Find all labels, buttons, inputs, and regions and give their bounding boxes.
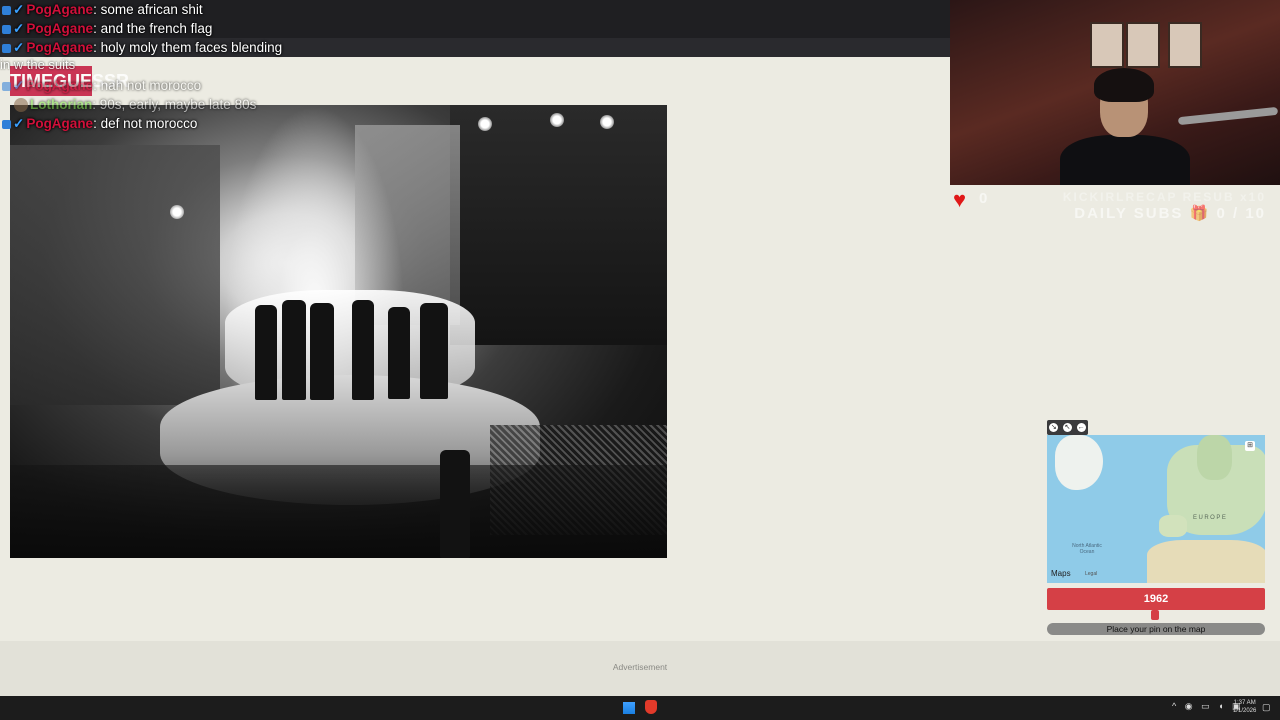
- chat-message: ✓ PogAgane: nah not morocco: [0, 76, 201, 95]
- map-shrink-icon[interactable]: ↘: [1049, 423, 1059, 432]
- windows-start-icon[interactable]: [623, 702, 635, 714]
- guess-map[interactable]: EUROPE North Atlantic Ocean ⊞ Maps Legal: [1047, 435, 1265, 583]
- chat-message: Lothorian: 90s, early, maybe late 80s: [0, 95, 256, 114]
- user-avatar: [14, 98, 28, 113]
- chat-message: ✓ PogAgane: holy moly them faces blending: [0, 38, 282, 57]
- verified-check-icon: ✓: [13, 2, 25, 17]
- webcam-feed: [950, 0, 1280, 185]
- advertisement-label: Advertisement: [612, 662, 668, 672]
- year-slider-handle[interactable]: [1151, 610, 1159, 620]
- ad-strip: Advertisement: [0, 641, 1280, 696]
- subscriber-badge-icon: [2, 81, 11, 91]
- maps-brand: Maps: [1051, 569, 1071, 578]
- photo-person: [388, 307, 410, 399]
- chat-username[interactable]: PogAgane: [26, 78, 93, 93]
- chat-text: : holy moly them faces blending: [93, 40, 283, 55]
- wall-frame: [1126, 22, 1160, 68]
- map-back-icon[interactable]: ←: [1076, 423, 1086, 432]
- chat-message: ✓ PogAgane: and the french flag: [0, 19, 212, 38]
- map-greenland: [1055, 435, 1103, 490]
- map-expand-icon[interactable]: ↖: [1062, 423, 1072, 432]
- map-scandinavia: [1197, 435, 1232, 480]
- game-photo: [10, 105, 667, 558]
- daily-subs: DAILY SUBS 🎁 0 / 10: [1074, 204, 1266, 222]
- photo-person: [440, 450, 470, 558]
- heart-icon: ♥: [953, 187, 967, 212]
- taskbar-clock[interactable]: 1:37 AM 1/1/2026: [1233, 699, 1256, 715]
- streamer-body: [1060, 135, 1190, 185]
- verified-check-icon: ✓: [13, 116, 25, 131]
- map-africa: [1147, 540, 1265, 583]
- taskbar-date: 1/1/2026: [1233, 708, 1257, 714]
- verified-check-icon: ✓: [13, 21, 25, 36]
- chat-username[interactable]: PogAgane: [26, 40, 93, 55]
- chat-text: : and the french flag: [93, 21, 213, 36]
- taskbar-time: 1:37 AM: [1233, 700, 1256, 706]
- photo-column: [450, 105, 667, 345]
- subscriber-badge-icon: [2, 43, 11, 53]
- chat-message: ✓ PogAgane: def not morocco: [0, 114, 197, 133]
- chat-username[interactable]: Lothorian: [30, 97, 92, 112]
- place-pin-button[interactable]: Place your pin on the map: [1047, 623, 1265, 635]
- gift-icon: 🎁: [1189, 205, 1211, 222]
- daily-subs-label: DAILY SUBS: [1074, 205, 1184, 222]
- subscriber-badge-icon: [2, 5, 11, 15]
- chat-text: : 90s, early, maybe late 80s: [92, 97, 257, 112]
- subscriber-badge-icon: [2, 119, 11, 129]
- daily-subs-value: 0 / 10: [1216, 205, 1266, 222]
- year-display: 1962: [1047, 588, 1265, 610]
- chat-message: ✓ PogAgane: some african shit: [0, 0, 203, 19]
- chat-username[interactable]: PogAgane: [26, 21, 93, 36]
- verified-check-icon: ✓: [13, 40, 25, 55]
- chat-username[interactable]: PogAgane: [26, 2, 93, 17]
- streamer-hair: [1094, 68, 1154, 102]
- photo-person: [420, 303, 448, 399]
- photo-person: [282, 300, 306, 400]
- verified-check-icon: ✓: [13, 78, 25, 93]
- recap-text: KICKIRLRECAP RESUB x10: [1062, 190, 1266, 204]
- stream-chat: TIMEGUESSR in w the suits ✓ PogAgane: som…: [0, 0, 660, 135]
- microphone: [1177, 106, 1279, 126]
- wall-frame: [1090, 22, 1124, 68]
- maps-legal-link[interactable]: Legal: [1085, 571, 1097, 577]
- notification-icon[interactable]: ▢: [1262, 702, 1271, 713]
- photo-person: [352, 300, 374, 400]
- heart-count: 0: [979, 190, 988, 207]
- map-fullscreen-icon[interactable]: ⊞: [1245, 441, 1255, 451]
- subscriber-badge-icon: [2, 24, 11, 34]
- windows-taskbar: ^ ◉ ▭ ◖ ▣ 1:37 AM 1/1/2026 ▢: [0, 696, 1280, 720]
- chat-overline-text: in w the suits: [0, 57, 76, 72]
- photo-lamp: [170, 205, 184, 219]
- photo-person: [255, 305, 277, 400]
- map-ocean-label: North Atlantic Ocean: [1072, 543, 1102, 555]
- chat-text: : def not morocco: [93, 116, 198, 131]
- chat-text: : nah not morocco: [93, 78, 202, 93]
- chat-username[interactable]: PogAgane: [26, 116, 93, 131]
- map-iberia: [1159, 515, 1187, 537]
- wall-frame: [1168, 22, 1202, 68]
- map-region-label: EUROPE: [1193, 515, 1228, 521]
- photo-person: [310, 303, 334, 400]
- photo-crowd: [10, 465, 667, 558]
- map-controls: ↘ ↖ ←: [1047, 420, 1088, 435]
- chat-text: : some african shit: [93, 2, 203, 17]
- brave-browser-icon[interactable]: [645, 700, 657, 714]
- photo-building-left: [10, 145, 220, 405]
